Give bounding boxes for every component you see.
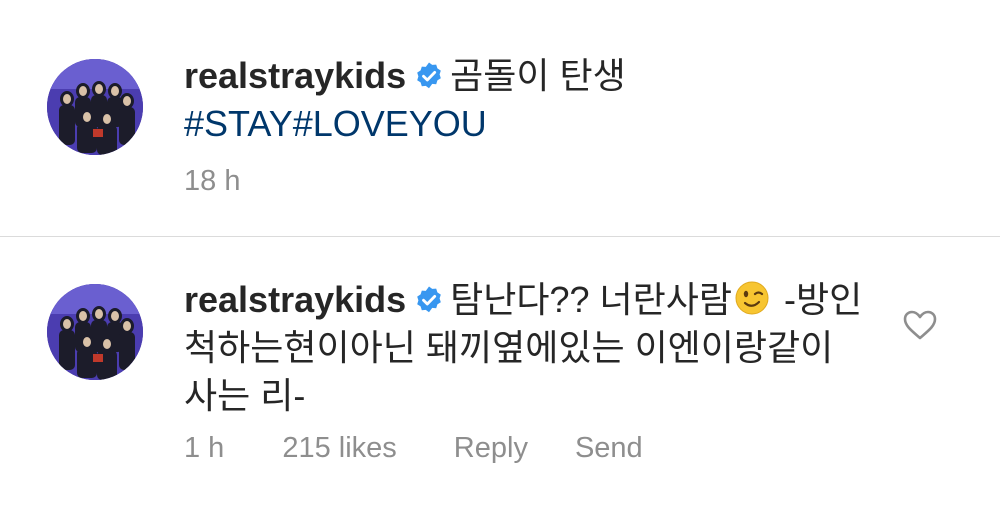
send-button[interactable]: Send bbox=[575, 432, 643, 465]
verified-badge-icon bbox=[414, 61, 444, 91]
comment-text: realstraykids 탐난다?? 너란사람 -방인척하는현이아닌 돼끼옆에있… bbox=[184, 276, 864, 420]
caption-hashtags[interactable]: #STAY#LOVEYOU bbox=[184, 103, 487, 144]
likes-count[interactable]: 215 likes bbox=[282, 432, 396, 465]
like-heart-icon[interactable] bbox=[902, 309, 938, 341]
divider bbox=[0, 236, 1000, 237]
caption-body: 곰돌이 탄생 bbox=[450, 55, 626, 96]
reply-button[interactable]: Reply bbox=[454, 432, 528, 465]
comment-avatar[interactable] bbox=[47, 284, 143, 380]
group-photo-thumbnail bbox=[47, 59, 143, 155]
comment-username[interactable]: realstraykids bbox=[184, 279, 406, 320]
comment-body-start: 탐난다?? 너란사람 bbox=[450, 279, 733, 320]
caption-text: realstraykids 곰돌이 탄생 #STAY#LOVEYOU bbox=[184, 52, 626, 148]
group-photo-thumbnail bbox=[47, 284, 143, 380]
avatar[interactable] bbox=[47, 59, 143, 155]
comments-screen: realstraykids 곰돌이 탄생 #STAY#LOVEYOU 18 h bbox=[0, 0, 1000, 514]
verified-badge-icon bbox=[414, 285, 444, 315]
comment-meta: 1 h 215 likes Reply Send bbox=[184, 432, 643, 465]
caption-username[interactable]: realstraykids bbox=[184, 55, 406, 96]
comment-timestamp: 1 h bbox=[184, 432, 225, 464]
caption-timestamp: 18 h bbox=[184, 165, 241, 197]
winking-face-emoji bbox=[734, 280, 770, 316]
caption-meta: 18 h bbox=[184, 165, 298, 198]
